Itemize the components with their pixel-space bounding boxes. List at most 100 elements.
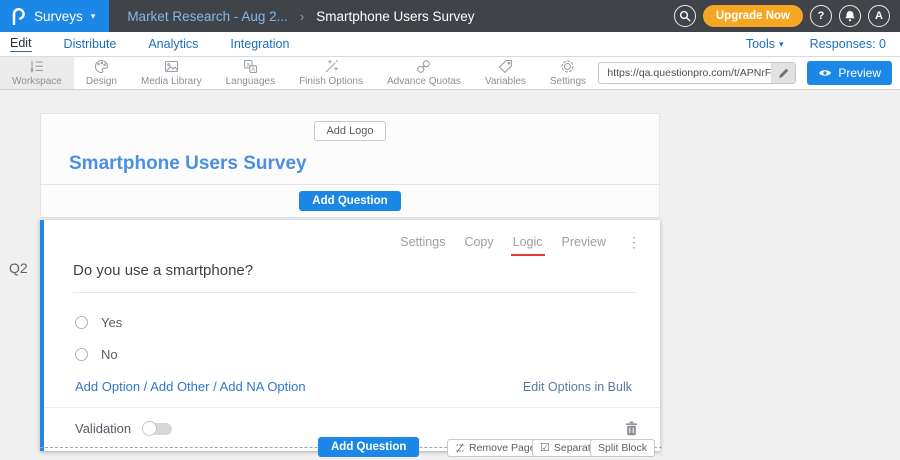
toolbar-item-workspace[interactable]: Workspace xyxy=(0,57,74,89)
option-row-no: No xyxy=(75,347,660,362)
toolbar-label: Design xyxy=(86,76,117,87)
avatar-initial: A xyxy=(875,10,883,22)
toolbar-label: Advance Quotas xyxy=(387,76,461,87)
add-other-link[interactable]: Add Other xyxy=(150,379,209,394)
survey-page: Add Logo Smartphone Users Survey Add Que… xyxy=(40,113,660,451)
tab-copy[interactable]: Copy xyxy=(464,235,493,249)
add-question-button-bottom[interactable]: Add Question xyxy=(318,437,419,457)
answer-options: Yes No xyxy=(75,315,660,362)
add-option-link[interactable]: Add Option xyxy=(75,379,140,394)
page-break-icon xyxy=(455,443,465,453)
tab-logic[interactable]: Logic xyxy=(513,235,543,249)
delete-question-button[interactable] xyxy=(625,421,638,436)
caret-down-icon: ▾ xyxy=(779,40,784,49)
search-icon xyxy=(679,10,691,22)
page-controls-row: Add Question Remove Page Break ☑ Separat… xyxy=(0,437,900,460)
image-icon xyxy=(164,59,179,74)
toolbar-item-languages[interactable]: aA Languages xyxy=(214,57,288,89)
trash-icon xyxy=(625,421,638,436)
menu-item-integration[interactable]: Integration xyxy=(230,37,289,51)
option-actions-row: Add Option / Add Other / Add NA Option E… xyxy=(75,379,632,394)
toolbar-label: Settings xyxy=(550,76,586,87)
tag-icon xyxy=(498,59,513,74)
questionpro-logo-icon xyxy=(11,8,26,25)
split-block-button[interactable]: Split Block xyxy=(590,439,655,457)
survey-editor-canvas: Q2 Add Logo Smartphone Users Survey Add … xyxy=(0,90,900,460)
bell-icon xyxy=(844,10,856,22)
question-code: Q2 xyxy=(9,260,28,276)
question-mark-icon: ? xyxy=(818,10,825,22)
toolbar-label: Finish Options xyxy=(299,76,363,87)
toolbar-item-finish-options[interactable]: Finish Options xyxy=(287,57,375,89)
preview-label: Preview xyxy=(838,66,881,80)
toolbar-right: Preview xyxy=(598,57,900,89)
workspace-icon xyxy=(29,59,44,74)
topbar: Surveys ▾ Market Research - Aug 2... › S… xyxy=(0,0,900,32)
survey-title[interactable]: Smartphone Users Survey xyxy=(69,153,659,184)
validation-label: Validation xyxy=(75,421,131,436)
responses-count: Responses: 0 xyxy=(810,37,886,51)
help-button[interactable]: ? xyxy=(810,5,832,27)
split-block-label: Split Block xyxy=(598,442,647,454)
validation-toggle[interactable] xyxy=(143,423,172,435)
toggle-knob xyxy=(142,421,157,436)
edit-options-in-bulk-link[interactable]: Edit Options in Bulk xyxy=(523,380,632,394)
checkbox-checked-icon: ☑ xyxy=(540,443,550,454)
add-question-button-top[interactable]: Add Question xyxy=(299,191,400,211)
tab-settings[interactable]: Settings xyxy=(400,235,445,249)
option-row-yes: Yes xyxy=(75,315,660,330)
link-separator: / xyxy=(144,379,148,394)
menu-item-distribute[interactable]: Distribute xyxy=(64,37,117,51)
tab-preview[interactable]: Preview xyxy=(562,235,606,249)
toolbar-label: Workspace xyxy=(12,76,62,87)
breadcrumb-project[interactable]: Market Research - Aug 2... xyxy=(127,9,288,24)
search-button[interactable] xyxy=(674,5,696,27)
notifications-button[interactable] xyxy=(839,5,861,27)
question-text[interactable]: Do you use a smartphone? xyxy=(73,262,636,293)
chain-link-icon xyxy=(416,59,431,74)
preview-button[interactable]: Preview xyxy=(807,61,892,85)
link-separator: / xyxy=(213,379,217,394)
survey-url-field[interactable] xyxy=(598,62,796,84)
survey-url-input[interactable] xyxy=(599,67,771,79)
toolbar-label: Media Library xyxy=(141,76,202,87)
survey-menubar: Edit Distribute Analytics Integration To… xyxy=(0,32,900,57)
toolbar-item-media-library[interactable]: Media Library xyxy=(129,57,214,89)
account-avatar[interactable]: A xyxy=(868,5,890,27)
survey-header-section: Add Logo Smartphone Users Survey xyxy=(40,113,660,185)
add-logo-button[interactable]: Add Logo xyxy=(314,121,385,141)
pencil-icon xyxy=(778,68,789,79)
toolbar-item-variables[interactable]: Variables xyxy=(473,57,538,89)
add-na-option-link[interactable]: Add NA Option xyxy=(220,379,306,394)
breadcrumb-survey-name: Smartphone Users Survey xyxy=(316,9,474,24)
menu-item-analytics[interactable]: Analytics xyxy=(148,37,198,51)
toolbar-item-design[interactable]: Design xyxy=(74,57,129,89)
caret-down-icon: ▾ xyxy=(91,12,96,21)
question-tabs: Settings Copy Logic Preview ⋮ xyxy=(44,220,660,249)
upgrade-now-button[interactable]: Upgrade Now xyxy=(703,5,803,27)
add-option-links: Add Option / Add Other / Add NA Option xyxy=(75,379,306,394)
option-label[interactable]: Yes xyxy=(101,315,122,330)
radio-button[interactable] xyxy=(75,348,88,361)
breadcrumb-chevron-icon: › xyxy=(300,9,304,24)
toolbar-label: Languages xyxy=(226,76,276,87)
product-label: Surveys xyxy=(34,9,83,24)
toolbar-item-settings[interactable]: Settings xyxy=(538,57,598,89)
tools-menu[interactable]: Tools ▾ xyxy=(746,37,784,51)
option-label[interactable]: No xyxy=(101,347,118,362)
kebab-menu-icon[interactable]: ⋮ xyxy=(627,235,641,249)
translate-icon: aA xyxy=(243,59,258,74)
add-question-strip: Add Question xyxy=(40,185,660,218)
gear-icon xyxy=(560,59,575,74)
edit-url-button[interactable] xyxy=(771,63,795,83)
tools-label: Tools xyxy=(746,37,775,51)
radio-button[interactable] xyxy=(75,316,88,329)
toolbar-label: Variables xyxy=(485,76,526,87)
surveys-product-menu[interactable]: Surveys ▾ xyxy=(0,0,109,32)
topbar-actions: Upgrade Now ? A xyxy=(674,5,900,27)
edit-toolbar: Workspace Design Media Library aA Langua… xyxy=(0,57,900,90)
toolbar-item-advance-quotas[interactable]: Advance Quotas xyxy=(375,57,473,89)
design-palette-icon xyxy=(94,59,109,74)
menubar-right: Tools ▾ Responses: 0 xyxy=(746,37,890,51)
menu-item-edit[interactable]: Edit xyxy=(10,36,32,52)
